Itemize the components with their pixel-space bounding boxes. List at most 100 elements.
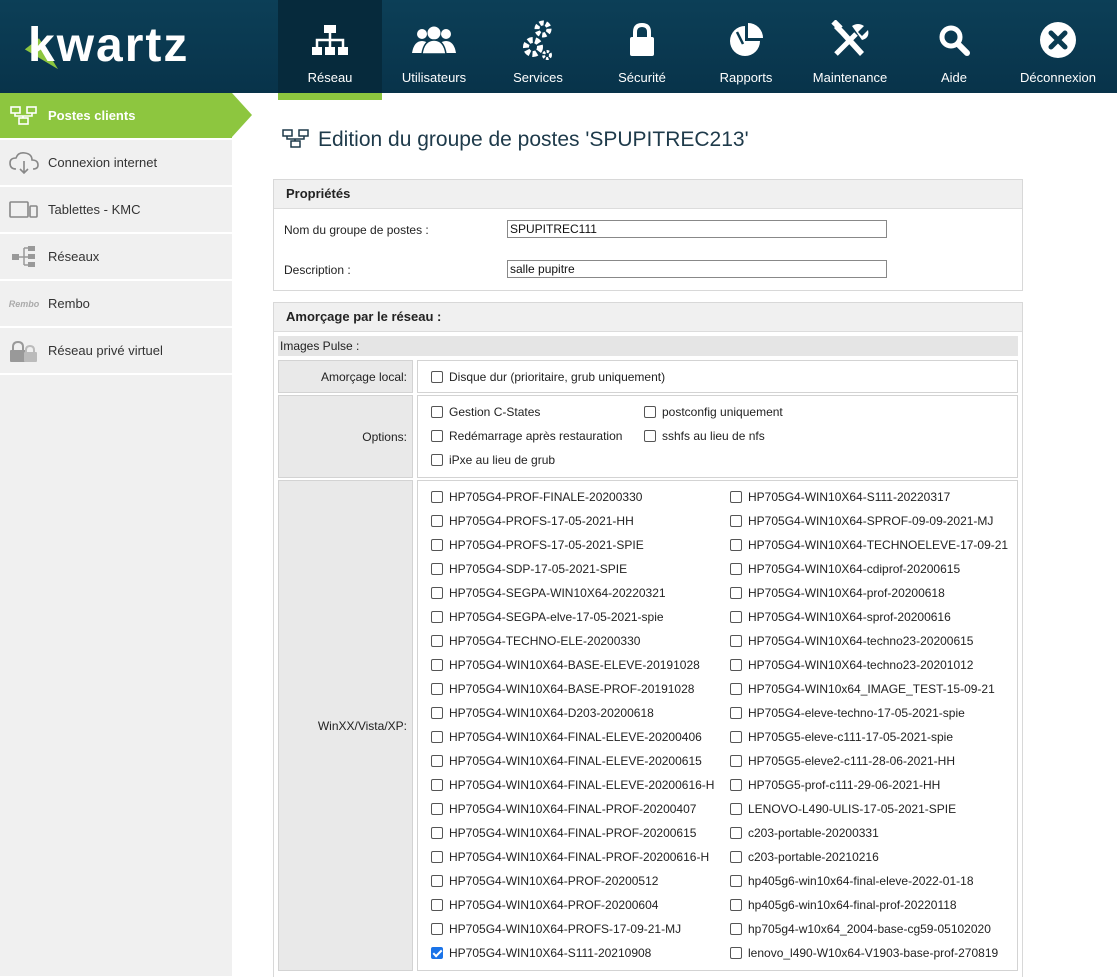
- checkbox[interactable]: [431, 803, 443, 815]
- checkbox[interactable]: [431, 563, 443, 575]
- nav-item-reseau[interactable]: Réseau: [278, 0, 382, 100]
- image-checkbox[interactable]: HP705G4-WIN10X64-FINAL-PROF-20200407: [431, 802, 696, 816]
- image-checkbox[interactable]: HP705G4-WIN10X64-TECHNOELEVE-17-09-21: [730, 538, 1008, 552]
- image-checkbox[interactable]: HP705G4-WIN10x64_IMAGE_TEST-15-09-21: [730, 682, 995, 696]
- sidebar-item-postes-clients[interactable]: Postes clients: [0, 93, 252, 140]
- image-checkbox[interactable]: HP705G4-WIN10X64-SPROF-09-09-2021-MJ: [730, 514, 993, 528]
- sidebar-item-r-seau-priv-virtuel[interactable]: Réseau privé virtuel: [0, 328, 232, 375]
- checkbox[interactable]: [431, 731, 443, 743]
- checkbox[interactable]: [730, 539, 742, 551]
- checkbox[interactable]: [431, 406, 443, 418]
- image-checkbox[interactable]: HP705G4-WIN10X64-FINAL-PROF-20200615: [431, 826, 696, 840]
- nav-item-securite[interactable]: Sécurité: [590, 0, 694, 93]
- group-name-input[interactable]: [507, 220, 887, 238]
- checkbox[interactable]: [730, 635, 742, 647]
- checkbox[interactable]: [431, 491, 443, 503]
- image-checkbox[interactable]: HP705G4-WIN10X64-sprof-20200616: [730, 610, 951, 624]
- checkbox[interactable]: [431, 371, 443, 383]
- checkbox[interactable]: [431, 430, 443, 442]
- hard-disk-checkbox[interactable]: Disque dur (prioritaire, grub uniquement…: [431, 370, 665, 384]
- checkbox[interactable]: [431, 851, 443, 863]
- checkbox[interactable]: [431, 683, 443, 695]
- checkbox[interactable]: [730, 731, 742, 743]
- checkbox[interactable]: [730, 707, 742, 719]
- sidebar-item-rembo[interactable]: Rembo Rembo: [0, 281, 232, 328]
- image-checkbox[interactable]: HP705G4-WIN10X64-FINAL-PROF-20200616-H: [431, 850, 709, 864]
- sidebar-item-r-seaux[interactable]: Réseaux: [0, 234, 232, 281]
- option-checkbox[interactable]: iPxe au lieu de grub: [431, 453, 555, 467]
- checkbox[interactable]: [730, 683, 742, 695]
- checkbox[interactable]: [730, 659, 742, 671]
- image-checkbox[interactable]: HP705G4-PROF-FINALE-20200330: [431, 490, 642, 504]
- image-checkbox[interactable]: HP705G4-WIN10X64-techno23-20200615: [730, 634, 973, 648]
- image-checkbox[interactable]: HP705G4-TECHNO-ELE-20200330: [431, 634, 640, 648]
- image-checkbox[interactable]: HP705G4-WIN10X64-PROF-20200604: [431, 898, 658, 912]
- kwartz-logo[interactable]: kwartz: [0, 0, 278, 93]
- image-checkbox[interactable]: HP705G4-WIN10X64-BASE-ELEVE-20191028: [431, 658, 700, 672]
- checkbox[interactable]: [431, 707, 443, 719]
- image-checkbox[interactable]: HP705G4-WIN10X64-FINAL-ELEVE-20200615: [431, 754, 702, 768]
- checkbox[interactable]: [431, 827, 443, 839]
- image-checkbox[interactable]: HP705G4-WIN10X64-cdiprof-20200615: [730, 562, 960, 576]
- image-checkbox[interactable]: HP705G5-prof-c111-29-06-2021-HH: [730, 778, 940, 792]
- image-checkbox[interactable]: c203-portable-20200331: [730, 826, 879, 840]
- checkbox[interactable]: [730, 803, 742, 815]
- nav-item-services[interactable]: Services: [486, 0, 590, 93]
- image-checkbox[interactable]: HP705G4-eleve-techno-17-05-2021-spie: [730, 706, 965, 720]
- checkbox[interactable]: [730, 827, 742, 839]
- image-checkbox[interactable]: HP705G5-eleve2-c111-28-06-2021-HH: [730, 754, 955, 768]
- nav-item-utilisateurs[interactable]: Utilisateurs: [382, 0, 486, 93]
- image-checkbox[interactable]: hp405g6-win10x64-final-prof-20220118: [730, 898, 957, 912]
- image-checkbox[interactable]: HP705G4-WIN10X64-PROF-20200512: [431, 874, 658, 888]
- checkbox[interactable]: [431, 454, 443, 466]
- checkbox[interactable]: [644, 406, 656, 418]
- image-checkbox[interactable]: HP705G4-WIN10X64-prof-20200618: [730, 586, 945, 600]
- nav-item-maintenance[interactable]: Maintenance: [798, 0, 902, 93]
- nav-item-aide[interactable]: Aide: [902, 0, 1006, 93]
- checkbox[interactable]: [431, 899, 443, 911]
- option-checkbox[interactable]: postconfig uniquement: [644, 405, 783, 419]
- checkbox[interactable]: [431, 875, 443, 887]
- image-checkbox[interactable]: HP705G4-SDP-17-05-2021-SPIE: [431, 562, 627, 576]
- checkbox[interactable]: [431, 611, 443, 623]
- image-checkbox[interactable]: LENOVO-L490-ULIS-17-05-2021-SPIE: [730, 802, 956, 816]
- nav-item-deconnexion[interactable]: Déconnexion: [1006, 0, 1110, 93]
- image-checkbox[interactable]: HP705G4-WIN10X64-techno23-20201012: [730, 658, 973, 672]
- nav-item-rapports[interactable]: Rapports: [694, 0, 798, 93]
- image-checkbox[interactable]: HP705G4-SEGPA-WIN10X64-20220321: [431, 586, 666, 600]
- checkbox[interactable]: [730, 563, 742, 575]
- sidebar-item-connexion-internet[interactable]: Connexion internet: [0, 140, 232, 187]
- image-checkbox[interactable]: HP705G4-WIN10X64-D203-20200618: [431, 706, 654, 720]
- image-checkbox[interactable]: hp405g6-win10x64-final-eleve-2022-01-18: [730, 874, 974, 888]
- checkbox[interactable]: [431, 515, 443, 527]
- checkbox[interactable]: [431, 779, 443, 791]
- option-checkbox[interactable]: sshfs au lieu de nfs: [644, 429, 765, 443]
- image-checkbox[interactable]: HP705G4-WIN10X64-S111-20210908: [431, 946, 651, 960]
- image-checkbox[interactable]: c203-portable-20210216: [730, 850, 879, 864]
- checkbox[interactable]: [431, 635, 443, 647]
- image-checkbox[interactable]: lenovo_l490-W10x64-V1903-base-prof-27081…: [730, 946, 998, 960]
- checkbox[interactable]: [730, 947, 742, 959]
- image-checkbox[interactable]: HP705G4-WIN10X64-S111-20220317: [730, 490, 950, 504]
- checkbox[interactable]: [730, 779, 742, 791]
- image-checkbox[interactable]: HP705G4-PROFS-17-05-2021-SPIE: [431, 538, 644, 552]
- image-checkbox[interactable]: HP705G5-eleve-c111-17-05-2021-spie: [730, 730, 953, 744]
- checkbox[interactable]: [431, 755, 443, 767]
- checkbox[interactable]: [431, 923, 443, 935]
- checkbox[interactable]: [730, 491, 742, 503]
- image-checkbox[interactable]: hp705g4-w10x64_2004-base-cg59-05102020: [730, 922, 991, 936]
- checkbox[interactable]: [730, 875, 742, 887]
- checkbox[interactable]: [730, 755, 742, 767]
- checkbox[interactable]: [431, 587, 443, 599]
- checkbox[interactable]: [730, 611, 742, 623]
- image-checkbox[interactable]: HP705G4-WIN10X64-FINAL-ELEVE-20200406: [431, 730, 702, 744]
- checkbox[interactable]: [644, 430, 656, 442]
- image-checkbox[interactable]: HP705G4-SEGPA-elve-17-05-2021-spie: [431, 610, 664, 624]
- checkbox[interactable]: [730, 899, 742, 911]
- image-checkbox[interactable]: HP705G4-PROFS-17-05-2021-HH: [431, 514, 634, 528]
- image-checkbox[interactable]: HP705G4-WIN10X64-FINAL-ELEVE-20200616-H: [431, 778, 714, 792]
- checkbox[interactable]: [730, 515, 742, 527]
- checkbox[interactable]: [730, 851, 742, 863]
- checkbox[interactable]: [730, 923, 742, 935]
- checkbox[interactable]: [431, 947, 443, 959]
